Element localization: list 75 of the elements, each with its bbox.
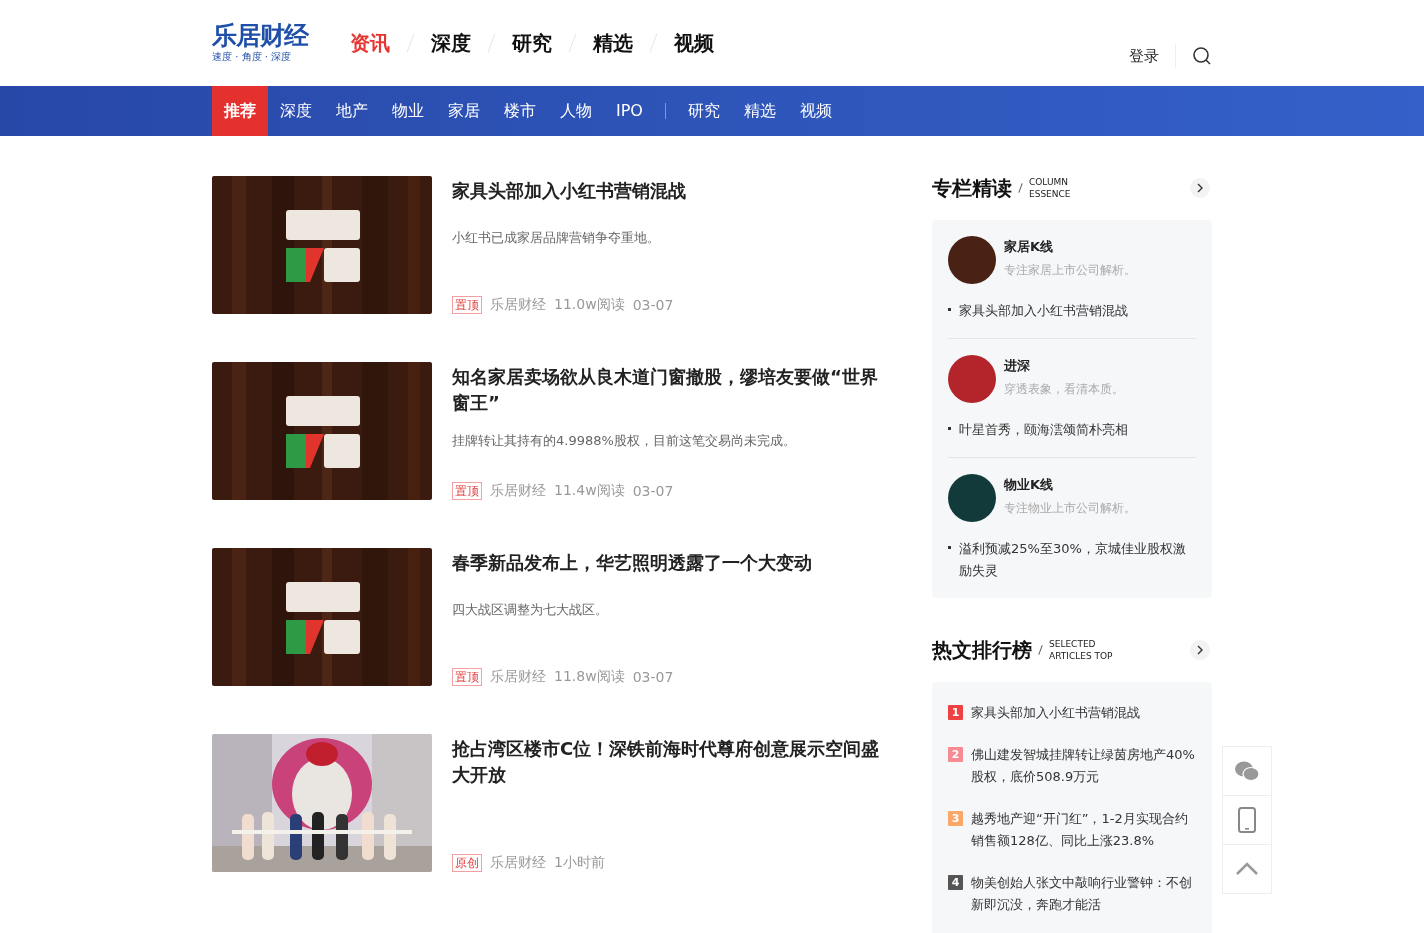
chevron-up-icon (1235, 862, 1259, 876)
article-source: 乐居财经 (490, 667, 546, 686)
article-tag: 置顶 (452, 667, 482, 686)
main-nav-tab[interactable]: 资讯 (350, 29, 390, 57)
chat-bubbles-icon (1234, 760, 1260, 782)
rank-badge: 4 (948, 875, 963, 890)
article-title[interactable]: 知名家居卖场欲从良木道门窗撤股，缪培友要做“世界窗王” (452, 364, 892, 416)
category-tab[interactable]: 视频 (787, 86, 844, 136)
column-avatar[interactable] (948, 236, 996, 284)
column-description: 专注物业上市公司解析。 (1004, 500, 1136, 517)
section-subtitle: ARTICLES TOP (1049, 650, 1113, 662)
category-tab[interactable]: 研究 (675, 86, 732, 136)
category-tab[interactable]: 地产 (324, 86, 380, 136)
site-logo[interactable]: 乐居财经 (212, 22, 312, 50)
main-nav-tab[interactable]: 研究 (512, 29, 552, 57)
article-tag: 原创 (452, 854, 482, 872)
main-nav-tab[interactable]: 深度 (431, 29, 471, 57)
article-summary: 小红书已成家居品牌营销争夺重地。 (452, 228, 661, 247)
read-count: 11.4w阅读 (554, 482, 625, 500)
ranking-article-link[interactable]: 越秀地产迎“开门红”，1-2月实现合约销售额128亿、同比上涨23.8% (971, 808, 1196, 852)
category-tab[interactable]: 楼市 (492, 86, 548, 136)
category-tab[interactable]: 推荐 (212, 86, 268, 136)
site-slogan: 速度 · 角度 · 深度 (212, 50, 293, 64)
ranking-article-link[interactable]: 家具头部加入小红书营销混战 (971, 702, 1140, 724)
category-tab[interactable]: 深度 (268, 86, 324, 136)
rank-badge: 1 (948, 705, 963, 720)
category-tab[interactable]: 精选 (731, 86, 788, 136)
article-source: 乐居财经 (490, 295, 546, 314)
more-button[interactable] (1190, 640, 1210, 660)
article-source: 乐居财经 (490, 854, 546, 872)
article-time: 03-07 (632, 296, 674, 313)
article-title[interactable]: 家具头部加入小红书营销混战 (452, 178, 892, 204)
column-name[interactable]: 进深 (1004, 357, 1124, 375)
column-name[interactable]: 家居K线 (1004, 238, 1136, 256)
chevron-right-icon (1195, 183, 1205, 193)
category-tab[interactable]: 物业 (380, 86, 436, 136)
column-article-link[interactable]: 叶星首秀，颐海澐颂简朴亮相 (959, 419, 1128, 441)
article-time: 03-07 (632, 668, 674, 685)
rank-badge: 3 (948, 811, 963, 826)
read-count: 11.8w阅读 (554, 667, 625, 686)
article-summary: 挂牌转让其持有的4.9988%股权，目前这笔交易尚未完成。 (452, 432, 797, 450)
column-avatar[interactable] (948, 474, 996, 522)
article-tag: 置顶 (452, 295, 482, 314)
section-subtitle: SELECTED (1049, 638, 1097, 650)
rank-badge: 2 (948, 747, 963, 762)
main-nav-tab[interactable]: 精选 (593, 29, 633, 57)
section-subtitle: COLUMN (1029, 176, 1070, 188)
column-article-link[interactable]: 家具头部加入小红书营销混战 (959, 300, 1128, 322)
article-title[interactable]: 抢占湾区楼市C位！深铁前海时代尊府创意展示空间盛大开放 (452, 736, 892, 788)
category-tab[interactable]: IPO (604, 86, 655, 136)
ranking-article-link[interactable]: 物美创始人张文中敲响行业警钟：不创新即沉没，奔跑才能活 (971, 872, 1196, 916)
ranking-article-link[interactable]: 佛山建发智城挂牌转让绿茵房地产40%股权，底价508.9万元 (971, 744, 1196, 788)
column-article-link[interactable]: 溢利预减25%至30%，京城佳业股权激励失灵 (959, 538, 1196, 582)
article-time: 1小时前 (554, 854, 605, 872)
chevron-right-icon (1195, 645, 1205, 655)
column-description: 专注家居上市公司解析。 (1004, 262, 1136, 279)
search-icon[interactable] (1192, 46, 1212, 66)
phone-icon (1238, 807, 1256, 833)
more-button[interactable] (1190, 178, 1210, 198)
column-description: 穿透表象，看清本质。 (1004, 381, 1124, 398)
read-count: 11.0w阅读 (554, 295, 625, 314)
category-tab[interactable]: 人物 (548, 86, 604, 136)
main-nav-tab[interactable]: 视频 (674, 29, 714, 57)
login-link[interactable]: 登录 (1129, 46, 1159, 66)
column-name[interactable]: 物业K线 (1004, 476, 1136, 494)
section-subtitle: ESSENCE (1029, 188, 1071, 200)
section-title: 热文排行榜 (932, 636, 1032, 664)
section-title: 专栏精读 (932, 174, 1012, 202)
column-avatar[interactable] (948, 355, 996, 403)
category-tab[interactable]: 家居 (436, 86, 492, 136)
article-source: 乐居财经 (490, 482, 546, 500)
article-title[interactable]: 春季新品发布上，华艺照明透露了一个大变动 (452, 550, 892, 576)
article-summary: 四大战区调整为七大战区。 (452, 600, 609, 619)
article-time: 03-07 (632, 483, 674, 499)
article-tag: 置顶 (452, 482, 482, 500)
